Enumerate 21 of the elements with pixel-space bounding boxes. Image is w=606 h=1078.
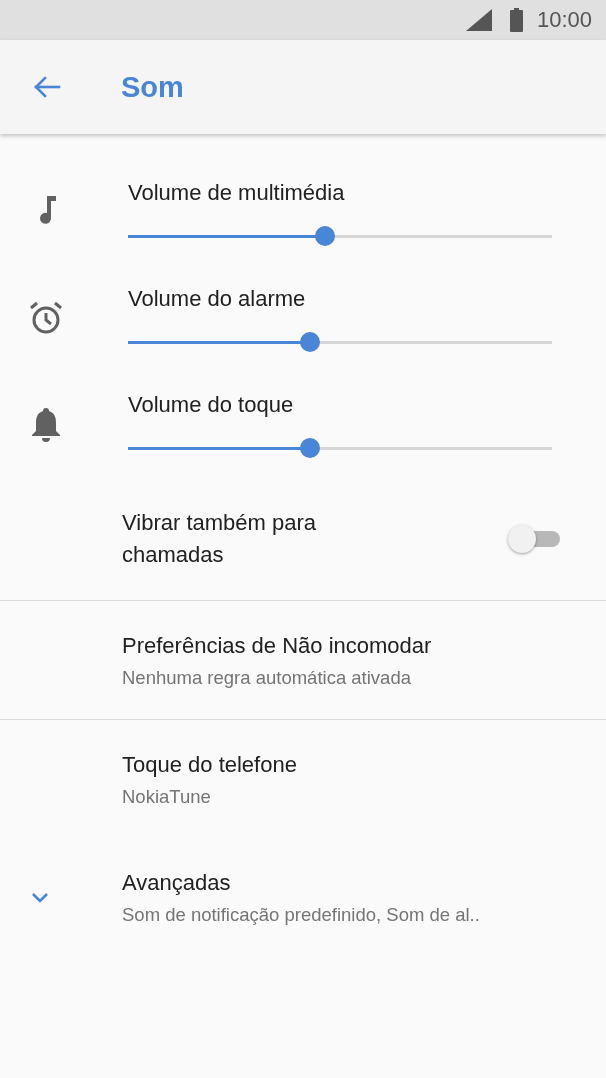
slider-label: Volume do alarme [128,285,306,313]
slider-label: Volume de multimédia [128,179,345,207]
preference-item[interactable]: Toque do telefone NokiaTune [0,720,606,838]
signal-icon [465,9,492,31]
back-icon[interactable] [33,75,61,99]
slider-label: Volume do toque [128,391,294,419]
setting-summary: Nenhuma regra automática ativada [122,666,412,690]
setting-summary: NokiaTune [122,785,212,809]
setting-summary: Som de notificação predefinido, Som de al.. [122,903,480,927]
screen-title: Som [121,70,184,104]
setting-title: Toque do telefone [122,751,297,779]
toggle-switch[interactable] [508,525,560,553]
setting-title: Preferências de Não incomodar [122,632,432,660]
setting-title: Avançadas [122,869,232,897]
battery-icon [509,8,523,32]
preference-item[interactable]: Avançadas Som de notificação predefinido, Som de al.. [0,838,606,956]
clock-time: 10:00 [536,7,592,33]
alarm-clock-icon [28,300,64,336]
setting-title: Vibrar também para chamadas [122,509,317,569]
bell-icon [30,406,62,442]
preference-item[interactable]: Preferências de Não incomodar Nenhuma regra automática ativada [0,601,606,719]
